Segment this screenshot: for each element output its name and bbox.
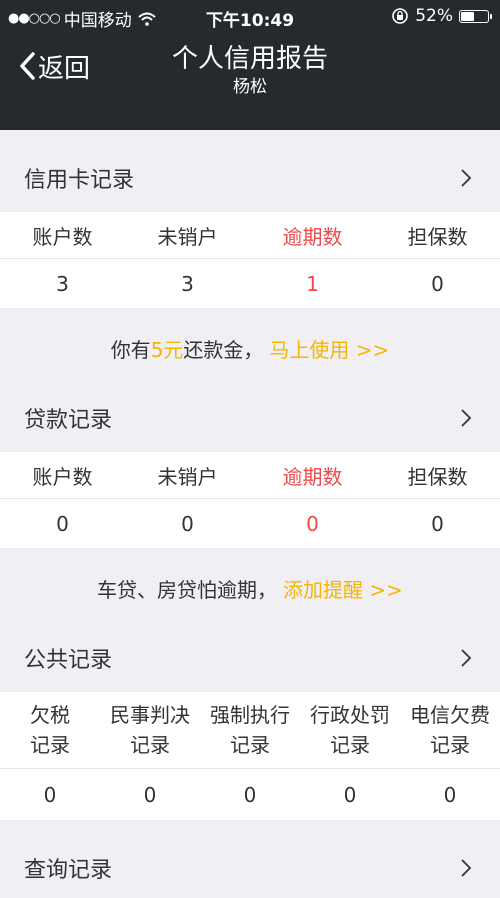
column-value: 0 — [181, 511, 194, 536]
battery-level-fill — [461, 11, 474, 21]
rotation-lock-icon — [392, 8, 409, 24]
column-value: 0 — [243, 782, 257, 807]
column-value: 0 — [431, 511, 444, 536]
promo-suffix: 还款金， — [183, 337, 264, 362]
column-value: 0 — [443, 782, 457, 807]
promo-prefix: 你有 — [110, 337, 151, 362]
page-subtitle: 杨松 — [233, 77, 267, 97]
section-title: 信用卡记录 — [24, 168, 135, 193]
column-label: 欠税 记录 — [0, 692, 100, 768]
column-label: 民事判决 记录 — [100, 692, 200, 768]
column-value: 1 — [306, 271, 319, 296]
column-label: 账户数 — [32, 464, 93, 489]
column-value: 0 — [343, 782, 357, 807]
column-label: 未销户 — [157, 224, 218, 249]
header: ●●○○○ 中国移动 下午10:49 52% 返回 个人信用报告 杨松 — [0, 0, 500, 130]
label-line: 记录 — [30, 733, 70, 757]
promo-amount: 5元 — [150, 337, 184, 362]
chevron-right-icon — [461, 649, 472, 667]
column-label: 账户数 — [32, 224, 93, 249]
column-label: 逾期数 — [282, 224, 343, 249]
label-line: 记录 — [230, 733, 270, 757]
battery-percent: 52% — [415, 6, 453, 26]
label-line: 强制执行 — [210, 703, 290, 727]
column-label: 电信欠费 记录 — [400, 692, 500, 768]
chevron-right-icon — [461, 409, 472, 427]
battery-icon — [459, 9, 489, 23]
label-line: 民事判决 — [110, 703, 190, 727]
chevron-right-icon — [461, 859, 472, 877]
reminder-promo: 车贷、房贷怕逾期， 添加提醒 >> — [0, 548, 500, 628]
page-title: 个人信用报告 — [171, 44, 328, 74]
battery-tip — [490, 13, 492, 19]
column-label: 未销户 — [157, 464, 218, 489]
query-record-header[interactable]: 查询记录 — [0, 838, 500, 898]
add-reminder-link[interactable]: 添加提醒 >> — [283, 574, 403, 603]
chevron-right-icon — [461, 169, 472, 187]
label-line: 记录 — [330, 733, 370, 757]
column-value: 0 — [431, 271, 444, 296]
column-label: 担保数 — [407, 464, 468, 489]
credit-card-record-header[interactable]: 信用卡记录 — [0, 148, 500, 208]
section-title: 贷款记录 — [24, 408, 113, 433]
column-label: 逾期数 — [282, 464, 343, 489]
use-now-link[interactable]: 马上使用 >> — [269, 334, 389, 363]
column-value: 0 — [43, 782, 57, 807]
column-value: 3 — [181, 271, 194, 296]
loan-table: 账户数 未销户 逾期数 担保数 0 0 0 0 — [0, 452, 500, 548]
status-bar: ●●○○○ 中国移动 下午10:49 52% — [0, 0, 500, 34]
promo-text: 车贷、房贷怕逾期， — [97, 577, 278, 602]
column-label: 担保数 — [407, 224, 468, 249]
section-title: 公共记录 — [24, 648, 113, 673]
public-record-table: 欠税 记录 民事判决 记录 强制执行 记录 行政处罚 记录 电信欠费 记录 0 … — [0, 692, 500, 820]
label-line: 记录 — [430, 733, 470, 757]
label-line: 行政处罚 — [310, 703, 390, 727]
column-value: 0 — [306, 511, 319, 536]
column-label: 强制执行 记录 — [200, 692, 300, 768]
column-value: 0 — [56, 511, 69, 536]
column-value: 0 — [143, 782, 157, 807]
loan-record-header[interactable]: 贷款记录 — [0, 388, 500, 448]
credit-card-table: 账户数 未销户 逾期数 担保数 3 3 1 0 — [0, 212, 500, 308]
column-label: 行政处罚 记录 — [300, 692, 400, 768]
public-record-header[interactable]: 公共记录 — [0, 628, 500, 688]
label-line: 记录 — [130, 733, 170, 757]
section-title: 查询记录 — [24, 858, 113, 883]
repayment-promo: 你有 5元 还款金， 马上使用 >> — [0, 308, 500, 388]
label-line: 电信欠费 — [410, 703, 490, 727]
column-value: 3 — [56, 271, 69, 296]
label-line: 欠税 — [30, 703, 70, 727]
